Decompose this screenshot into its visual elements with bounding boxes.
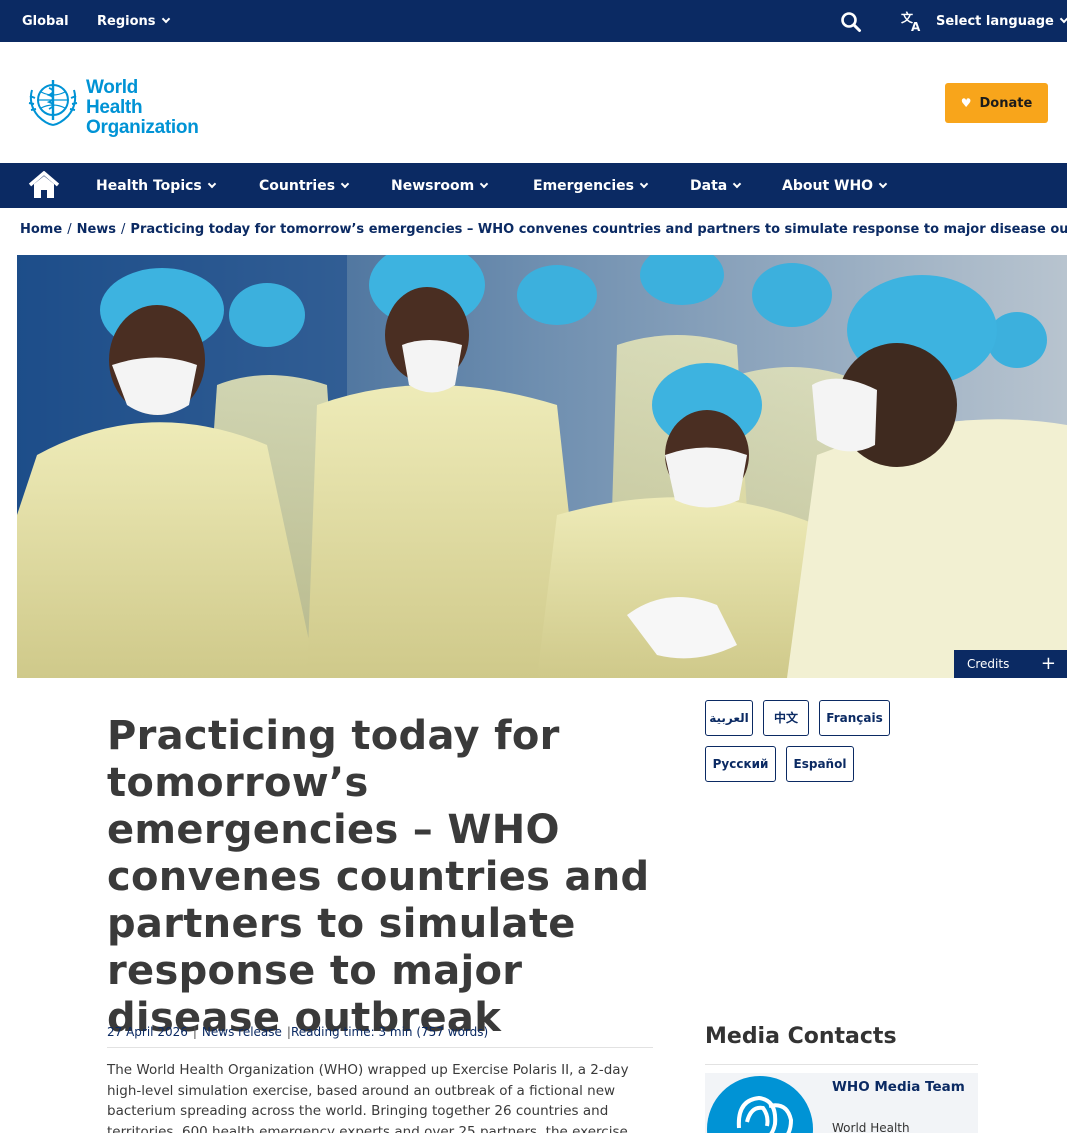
logo-wordmark: World Health Organization xyxy=(86,78,199,138)
chevron-down-icon xyxy=(639,179,649,189)
article-date: 27 April 2026 xyxy=(107,1025,188,1039)
chevron-down-icon xyxy=(732,179,742,189)
chevron-down-icon xyxy=(161,14,170,24)
search-icon[interactable] xyxy=(840,11,862,33)
breadcrumb-separator: / xyxy=(121,222,126,237)
breadcrumb-current: Practicing today for tomorrow’s emergenc… xyxy=(130,222,1067,237)
meta-separator: | xyxy=(192,1025,197,1039)
media-contact-card: WHO Media Team World Health xyxy=(705,1073,978,1133)
avatar xyxy=(707,1076,813,1133)
lang-button-chinese[interactable]: 中文 xyxy=(763,700,809,736)
nav-label: Emergencies xyxy=(533,178,634,194)
logo-line-2: Organization xyxy=(86,117,199,138)
chevron-down-icon xyxy=(207,179,217,189)
select-language-dropdown[interactable]: Select language xyxy=(936,0,1067,42)
article-type[interactable]: News release xyxy=(202,1025,282,1039)
donate-button[interactable]: ♥ Donate xyxy=(945,83,1048,123)
divider xyxy=(107,1047,653,1048)
page-title: Practicing today for tomorrow’s emergenc… xyxy=(107,713,650,1041)
top-bar: Global Regions 文 A Select language xyxy=(0,0,1067,42)
donate-label: Donate xyxy=(979,96,1033,111)
site-header: World Health Organization ♥ Donate xyxy=(0,42,1067,163)
lang-button-french[interactable]: Français xyxy=(819,700,890,736)
heart-icon: ♥ xyxy=(960,96,972,110)
global-link[interactable]: Global xyxy=(22,0,69,42)
translate-icon[interactable]: 文 A xyxy=(900,9,924,33)
nav-label: Newsroom xyxy=(391,178,475,194)
article-meta: 27 April 2026 | News release |Reading time:… xyxy=(107,1025,488,1039)
nav-item-emergencies[interactable]: Emergencies xyxy=(533,163,649,208)
nav-label: Countries xyxy=(259,178,336,194)
lang-button-arabic[interactable]: العربية xyxy=(705,700,753,736)
regions-label: Regions xyxy=(97,14,156,29)
lang-button-russian[interactable]: Русский xyxy=(705,746,776,782)
nav-label: Data xyxy=(690,178,728,194)
media-contact-org: World Health xyxy=(832,1121,910,1133)
logo-line-1: World Health xyxy=(86,77,143,118)
article-body: The World Health Organization (WHO) wrap… xyxy=(107,1062,633,1133)
chevron-down-icon xyxy=(1059,14,1067,24)
nav-item-about-who[interactable]: About WHO xyxy=(782,163,888,208)
select-language-label: Select language xyxy=(936,14,1054,29)
media-contacts-heading: Media Contacts xyxy=(705,1024,897,1049)
breadcrumb-separator: / xyxy=(67,222,72,237)
hero-image xyxy=(17,255,1067,678)
plus-icon: + xyxy=(1040,653,1056,674)
breadcrumb: Home / News / Practicing today for tomorrow’… xyxy=(20,222,1067,237)
chevron-down-icon xyxy=(340,179,350,189)
chevron-down-icon xyxy=(479,179,489,189)
media-contact-name[interactable]: WHO Media Team xyxy=(832,1079,965,1095)
main-navigation: Health Topics Countries Newsroom Emergen… xyxy=(0,163,1067,208)
nav-label: Health Topics xyxy=(96,178,202,194)
nav-item-health-topics[interactable]: Health Topics xyxy=(96,163,217,208)
breadcrumb-home[interactable]: Home xyxy=(20,222,62,237)
nav-item-data[interactable]: Data xyxy=(690,163,742,208)
home-icon[interactable] xyxy=(28,171,60,199)
divider xyxy=(705,1064,978,1065)
hero-photo xyxy=(17,255,1067,678)
breadcrumb-news[interactable]: News xyxy=(77,222,116,237)
credits-label: Credits xyxy=(967,657,1010,671)
svg-text:A: A xyxy=(911,20,921,33)
nav-item-countries[interactable]: Countries xyxy=(259,163,350,208)
lang-button-spanish[interactable]: Español xyxy=(786,746,854,782)
credits-toggle[interactable]: Credits + xyxy=(954,650,1067,678)
regions-dropdown[interactable]: Regions xyxy=(97,0,170,42)
who-emblem-icon xyxy=(28,80,78,126)
nav-label: About WHO xyxy=(782,178,874,194)
who-logo[interactable]: World Health Organization xyxy=(24,74,199,138)
nav-item-newsroom[interactable]: Newsroom xyxy=(391,163,489,208)
people-icon xyxy=(736,1095,794,1133)
chevron-down-icon xyxy=(878,179,888,189)
reading-time: Reading time: 3 min (757 words) xyxy=(290,1025,489,1039)
